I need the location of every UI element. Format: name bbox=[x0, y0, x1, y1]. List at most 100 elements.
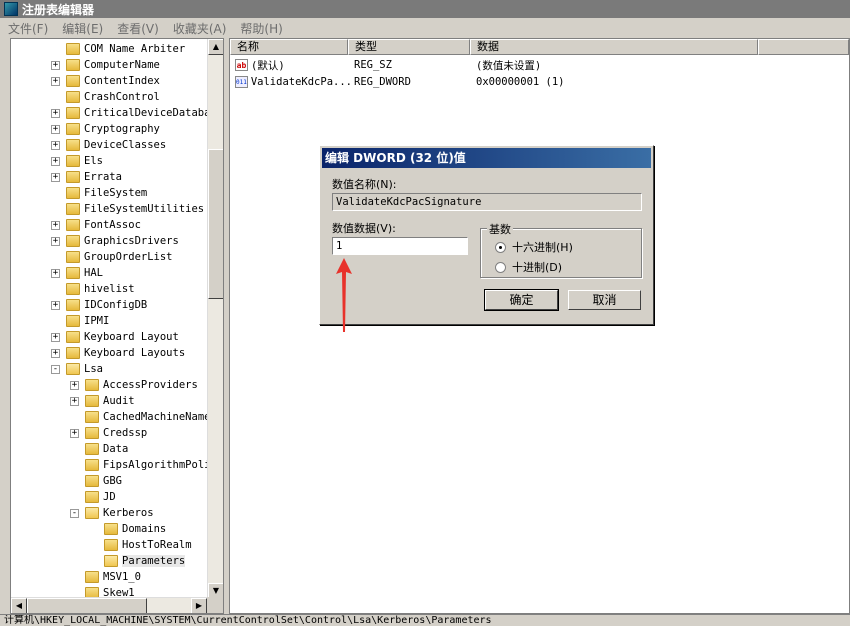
tree-item-label: HAL bbox=[84, 267, 103, 279]
list-row[interactable]: ab (默认) REG_SZ (数值未设置) bbox=[230, 57, 541, 73]
tree-item[interactable]: + Els bbox=[51, 153, 103, 169]
cancel-button[interactable]: 取消 bbox=[568, 290, 641, 310]
menu-view[interactable]: 查看(V) bbox=[117, 20, 159, 37]
expand-icon[interactable]: + bbox=[70, 396, 79, 406]
tree-item[interactable]: + GraphicsDrivers bbox=[51, 233, 179, 249]
tree-item[interactable]: - Lsa bbox=[51, 361, 103, 377]
column-header-name[interactable]: 名称 bbox=[230, 39, 348, 55]
tree-item[interactable]: + ComputerName bbox=[51, 57, 160, 73]
expand-icon[interactable]: + bbox=[51, 300, 60, 310]
expand-icon[interactable]: + bbox=[51, 348, 60, 358]
expand-icon[interactable]: + bbox=[51, 108, 60, 118]
expand-icon[interactable]: + bbox=[51, 332, 60, 342]
scroll-left-icon[interactable]: ◀ bbox=[11, 598, 27, 613]
tree-item-label: FontAssoc bbox=[84, 219, 141, 231]
folder-icon bbox=[104, 523, 118, 535]
decimal-radio-dot[interactable] bbox=[495, 261, 506, 273]
tree-item[interactable]: JD bbox=[70, 489, 116, 505]
hex-radio-dot[interactable] bbox=[495, 241, 506, 253]
tree-vertical-scrollbar[interactable]: ▲ ▼ bbox=[207, 39, 223, 599]
folder-icon bbox=[85, 571, 99, 583]
tree-item-label: Lsa bbox=[84, 363, 103, 375]
hex-radio-label: 十六进制(H) bbox=[512, 241, 573, 254]
tree-item[interactable]: + AccessProviders bbox=[70, 377, 198, 393]
folder-icon bbox=[85, 459, 99, 471]
column-header-data[interactable]: 数据 bbox=[470, 39, 758, 55]
hex-radio[interactable]: 十六进制(H) bbox=[495, 239, 573, 255]
folder-icon bbox=[66, 315, 80, 327]
menu-edit[interactable]: 编辑(E) bbox=[62, 20, 103, 37]
tree-item[interactable]: COM Name Arbiter bbox=[51, 41, 185, 57]
tree-hscroll-thumb[interactable] bbox=[27, 598, 147, 613]
scroll-up-icon[interactable]: ▲ bbox=[208, 39, 223, 55]
folder-icon bbox=[104, 555, 118, 567]
tree-item-label: JD bbox=[103, 491, 116, 503]
tree-item[interactable]: Domains bbox=[89, 521, 166, 537]
tree-item[interactable]: + IDConfigDB bbox=[51, 297, 147, 313]
menu-help[interactable]: 帮助(H) bbox=[240, 20, 282, 37]
scroll-right-icon[interactable]: ▶ bbox=[191, 598, 207, 613]
tree-item[interactable]: + CriticalDeviceDataba bbox=[51, 105, 207, 121]
expand-icon[interactable]: + bbox=[70, 380, 79, 390]
tree-item-label: Credssp bbox=[103, 427, 148, 439]
tree-item[interactable]: FipsAlgorithmPoli bbox=[70, 457, 207, 473]
tree-horizontal-scrollbar[interactable]: ◀ ▶ bbox=[11, 597, 207, 613]
tree-item-label: FileSystemUtilities bbox=[84, 203, 205, 215]
tree-item[interactable]: CrashControl bbox=[51, 89, 160, 105]
folder-icon bbox=[66, 299, 80, 311]
folder-icon bbox=[85, 411, 99, 423]
tree-item[interactable]: FileSystem bbox=[51, 185, 147, 201]
tree-item[interactable]: GBG bbox=[70, 473, 122, 489]
expand-icon[interactable]: + bbox=[51, 124, 60, 134]
list-row[interactable]: 011 ValidateKdcPa... REG_DWORD 0x00000001… bbox=[230, 74, 565, 90]
tree-item-label: GraphicsDrivers bbox=[84, 235, 179, 247]
collapse-icon[interactable]: - bbox=[70, 508, 79, 518]
tree-item[interactable]: MSV1_0 bbox=[70, 569, 141, 585]
folder-icon bbox=[66, 155, 80, 167]
tree-item[interactable]: - Kerberos bbox=[70, 505, 154, 521]
registry-tree-pane[interactable]: COM Name Arbiter + ComputerName + ContentInd… bbox=[10, 38, 224, 614]
tree-item-label: AccessProviders bbox=[103, 379, 198, 391]
tree-item[interactable]: + Keyboard Layouts bbox=[51, 345, 185, 361]
expand-icon[interactable]: + bbox=[51, 156, 60, 166]
tree-item[interactable]: + Keyboard Layout bbox=[51, 329, 179, 345]
folder-icon bbox=[85, 491, 99, 503]
tree-item[interactable]: Data bbox=[70, 441, 128, 457]
ok-button[interactable]: 确定 bbox=[484, 289, 559, 311]
tree-item[interactable]: FileSystemUtilities bbox=[51, 201, 204, 217]
tree-item[interactable]: Parameters bbox=[89, 553, 186, 569]
tree-item[interactable]: hivelist bbox=[51, 281, 135, 297]
tree-vscroll-thumb[interactable] bbox=[208, 149, 223, 299]
tree-item[interactable]: GroupOrderList bbox=[51, 249, 173, 265]
value-data-input[interactable]: 1 bbox=[332, 237, 468, 255]
value-type: REG_SZ bbox=[354, 59, 392, 71]
tree-item[interactable]: + Credssp bbox=[70, 425, 147, 441]
tree-item[interactable]: + ContentIndex bbox=[51, 73, 160, 89]
decimal-radio[interactable]: 十进制(D) bbox=[495, 259, 562, 275]
menu-file[interactable]: 文件(F) bbox=[8, 20, 48, 37]
values-list-pane[interactable]: 名称 类型 数据 ab (默认) REG_SZ (数值未设置) 011 Valida… bbox=[229, 38, 850, 614]
tree-item-label: ComputerName bbox=[84, 59, 160, 71]
tree-item[interactable]: HostToRealm bbox=[89, 537, 192, 553]
expand-icon[interactable]: + bbox=[51, 220, 60, 230]
tree-item[interactable]: CachedMachineName bbox=[70, 409, 207, 425]
tree-item[interactable]: + FontAssoc bbox=[51, 217, 141, 233]
column-header-type[interactable]: 类型 bbox=[348, 39, 470, 55]
tree-item[interactable]: + Audit bbox=[70, 393, 135, 409]
expand-icon[interactable]: + bbox=[51, 140, 60, 150]
menu-favorites[interactable]: 收藏夹(A) bbox=[173, 20, 227, 37]
expand-icon[interactable]: + bbox=[70, 428, 79, 438]
tree-item[interactable]: + DeviceClasses bbox=[51, 137, 166, 153]
tree-item-label: IPMI bbox=[84, 315, 110, 327]
expand-icon[interactable]: + bbox=[51, 268, 60, 278]
tree-item[interactable]: IPMI bbox=[51, 313, 109, 329]
folder-icon bbox=[85, 443, 99, 455]
expand-icon[interactable]: + bbox=[51, 76, 60, 86]
tree-item[interactable]: + Errata bbox=[51, 169, 122, 185]
tree-item[interactable]: + Cryptography bbox=[51, 121, 160, 137]
tree-item[interactable]: + HAL bbox=[51, 265, 103, 281]
expand-icon[interactable]: + bbox=[51, 60, 60, 70]
expand-icon[interactable]: + bbox=[51, 172, 60, 182]
expand-icon[interactable]: + bbox=[51, 236, 60, 246]
collapse-icon[interactable]: - bbox=[51, 364, 60, 374]
